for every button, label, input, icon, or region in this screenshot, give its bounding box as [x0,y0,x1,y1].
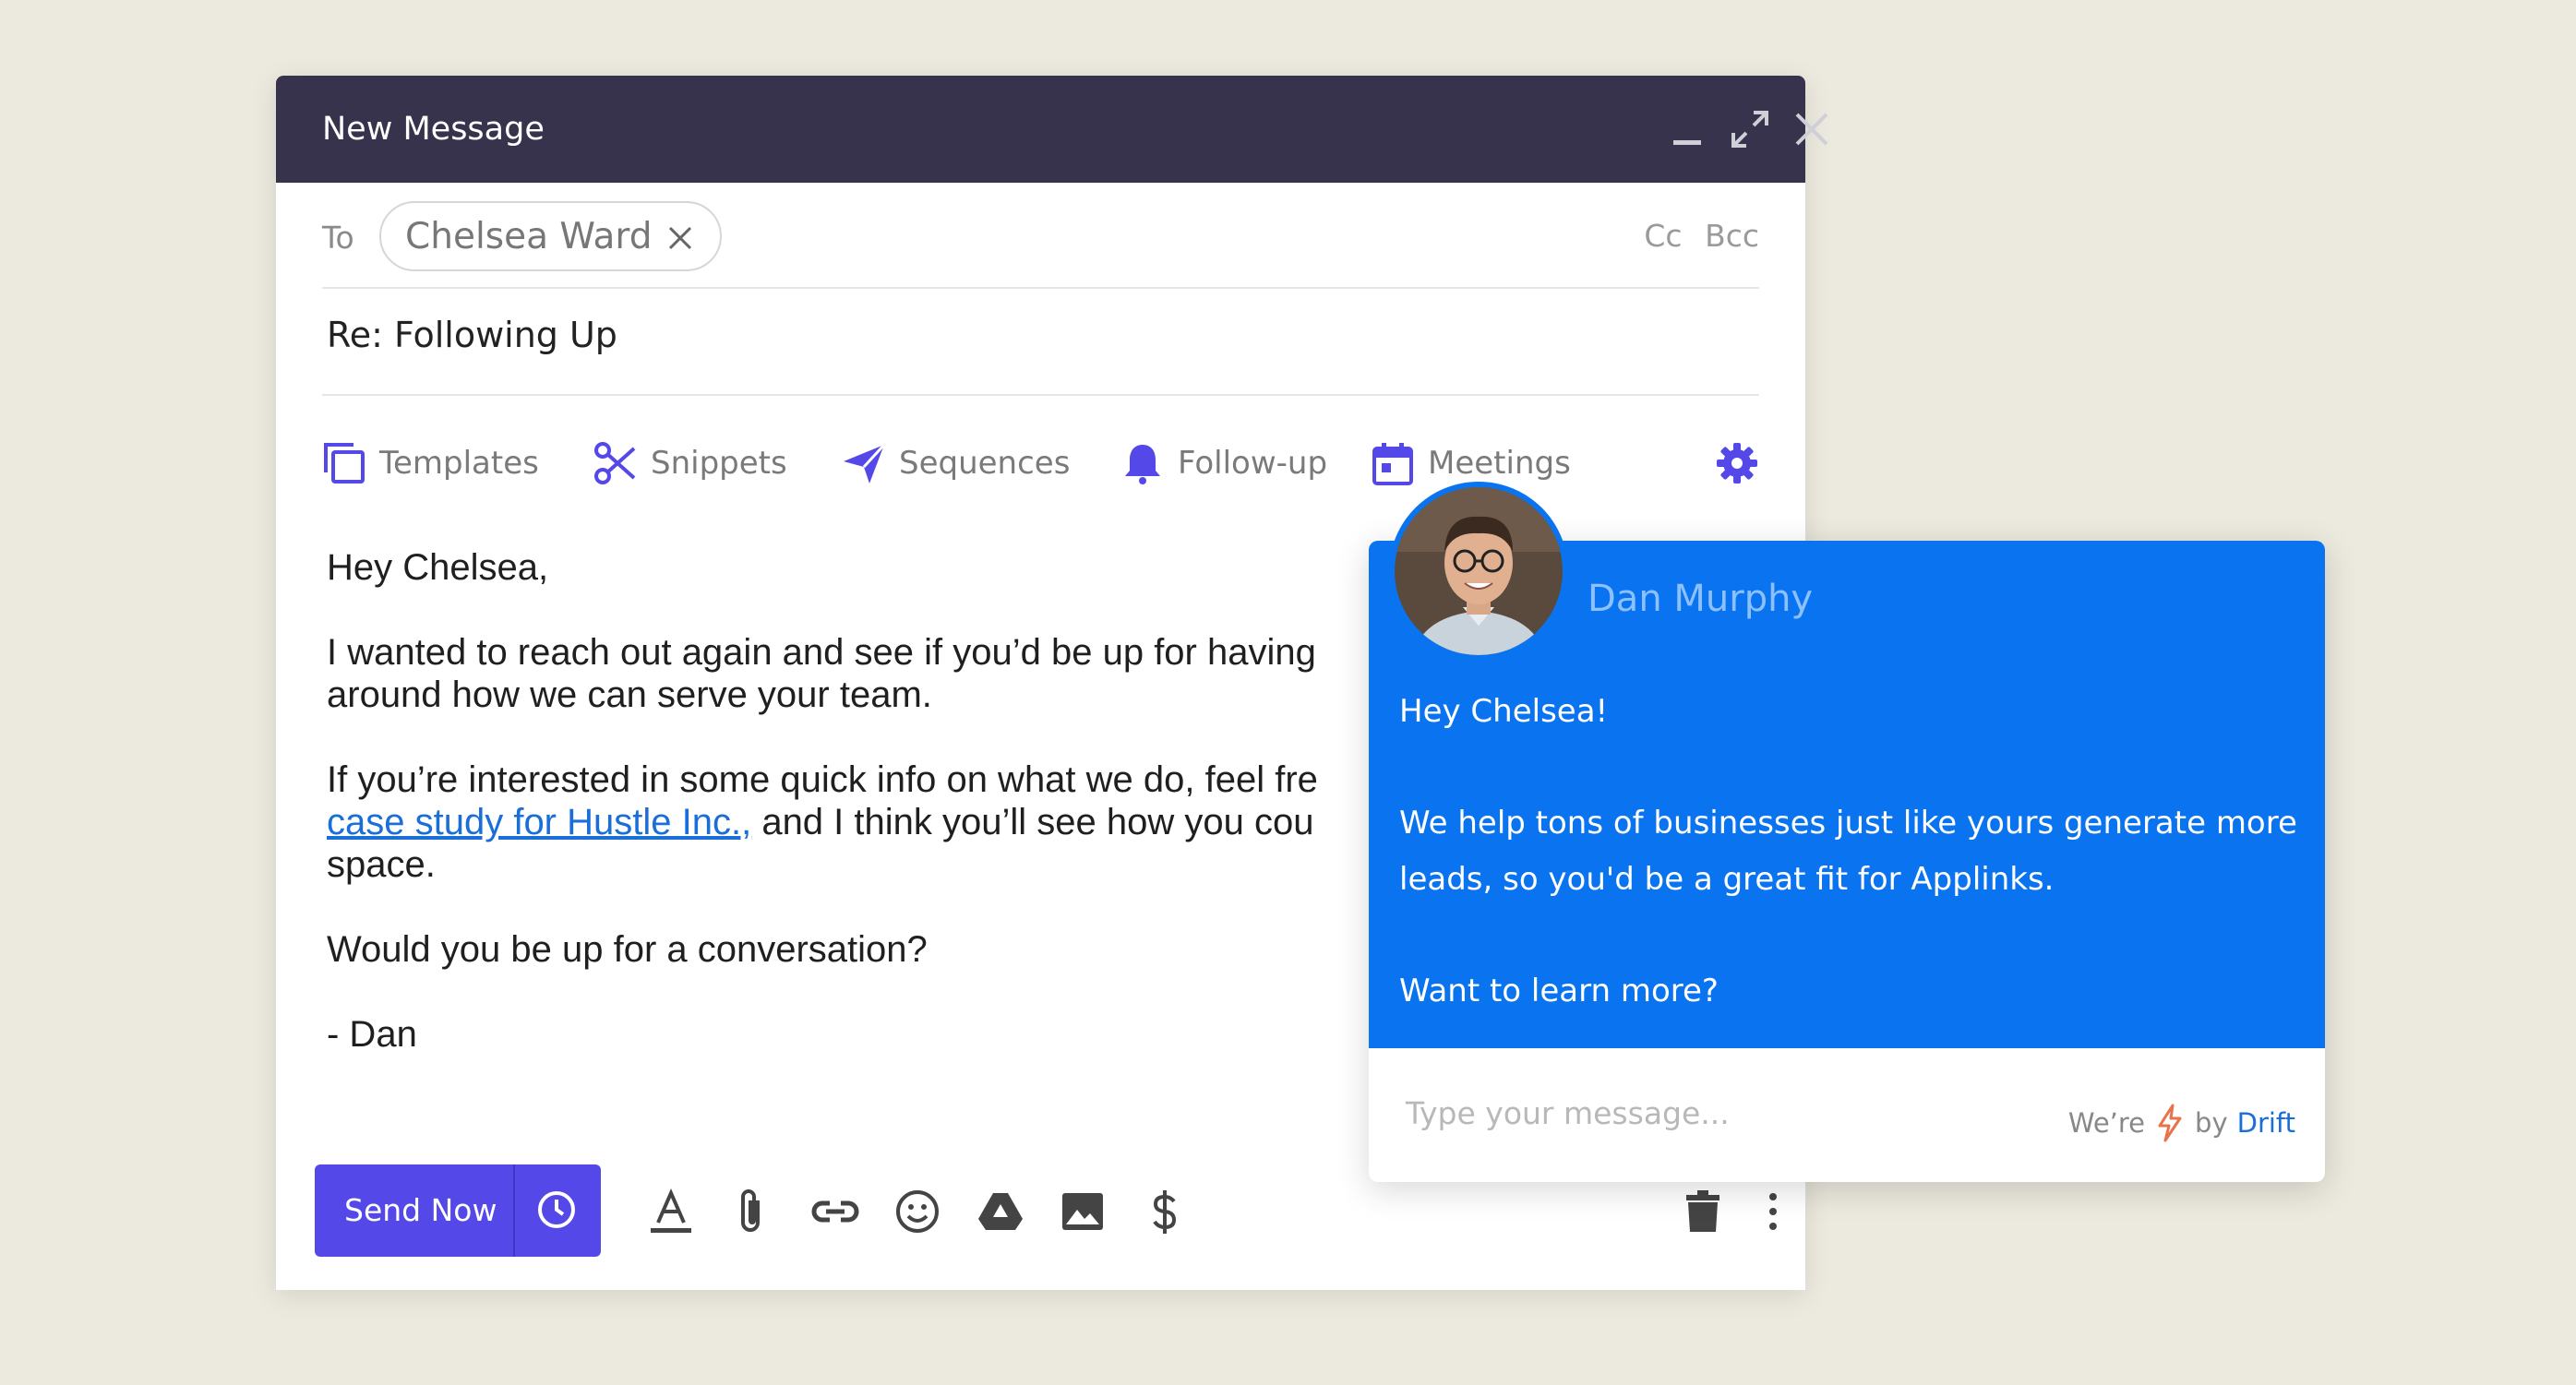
body-paragraph-3: Would you be up for a conversation? [327,929,928,970]
agent-name: Dan Murphy [1588,578,1814,620]
powered-prefix: We’re [2067,1107,2146,1139]
lightning-icon [2156,1104,2184,1142]
recipient-chip[interactable]: Chelsea Ward [379,201,722,271]
message-body[interactable]: Hey Chelsea, I wanted to reach out again… [327,546,1388,1098]
sequences-button[interactable]: Sequences [842,422,1070,505]
snippets-button[interactable]: Snippets [593,422,787,505]
avatar [1389,482,1568,661]
body-signature: - Dan [327,1014,417,1055]
gear-icon[interactable] [1715,441,1759,485]
minimize-icon[interactable] [1671,109,1703,154]
link-icon[interactable] [809,1186,861,1237]
templates-button[interactable]: Templates [322,422,539,505]
subject-field[interactable]: Re: Following Up [327,315,617,355]
chat-greeting: Hey Chelsea! [1399,693,1609,730]
bell-icon [1120,441,1165,485]
close-icon[interactable] [1732,109,1832,154]
calendar-icon [1371,441,1415,485]
image-icon[interactable] [1057,1186,1108,1237]
scissors-icon [593,441,638,485]
compose-toolbar: Templates Snippets Sequences Follow-up M… [322,422,1759,505]
paperclip-icon[interactable] [726,1186,778,1237]
sequences-label: Sequences [899,445,1071,482]
recipient-name: Chelsea Ward [405,216,653,257]
bcc-button[interactable]: Bcc [1705,218,1759,254]
text-format-icon[interactable] [645,1186,697,1237]
trash-icon[interactable] [1677,1186,1729,1237]
body-paragraph-2: If you’re interested in some quick info … [327,759,1318,885]
chat-message-line-1: We help tons of businesses just like you… [1399,805,2297,842]
emoji-icon[interactable] [892,1186,943,1237]
dollar-icon[interactable] [1139,1186,1191,1237]
window-title: New Message [322,111,545,148]
snippets-label: Snippets [651,445,787,482]
follow-up-label: Follow-up [1178,445,1328,482]
recipient-row: To Chelsea Ward Cc Bcc [322,183,1759,289]
drive-icon[interactable] [975,1186,1026,1237]
body-greeting: Hey Chelsea, [327,547,549,588]
chat-message-line-2: leads, so you'd be a great fit for Appli… [1399,861,2055,898]
remove-recipient-icon[interactable] [667,225,693,256]
templates-icon [322,441,366,485]
send-plane-icon [842,441,886,485]
compose-titlebar: New Message [276,76,1828,183]
to-label: To [322,220,354,256]
powered-by: We’re by Drift [2068,1104,2295,1142]
send-now-button[interactable]: Send Now [315,1164,601,1257]
follow-up-button[interactable]: Follow-up [1120,422,1327,505]
body-paragraph-1: I wanted to reach out again and see if y… [327,632,1316,715]
subject-row[interactable]: Re: Following Up [322,287,1759,396]
meetings-label: Meetings [1428,445,1571,482]
powered-by-label: by [2195,1107,2228,1139]
case-study-link[interactable]: case study for Hustle Inc., [327,802,751,842]
chat-message-input[interactable]: Type your message... [1406,1095,1730,1131]
schedule-send-icon[interactable] [536,1189,577,1235]
drift-link[interactable]: Drift [2237,1107,2295,1139]
templates-label: Templates [379,445,539,482]
more-vertical-icon[interactable] [1747,1186,1799,1237]
chat-question: Want to learn more? [1399,973,1719,1009]
send-now-label: Send Now [344,1192,497,1228]
cc-button[interactable]: Cc [1644,218,1682,254]
